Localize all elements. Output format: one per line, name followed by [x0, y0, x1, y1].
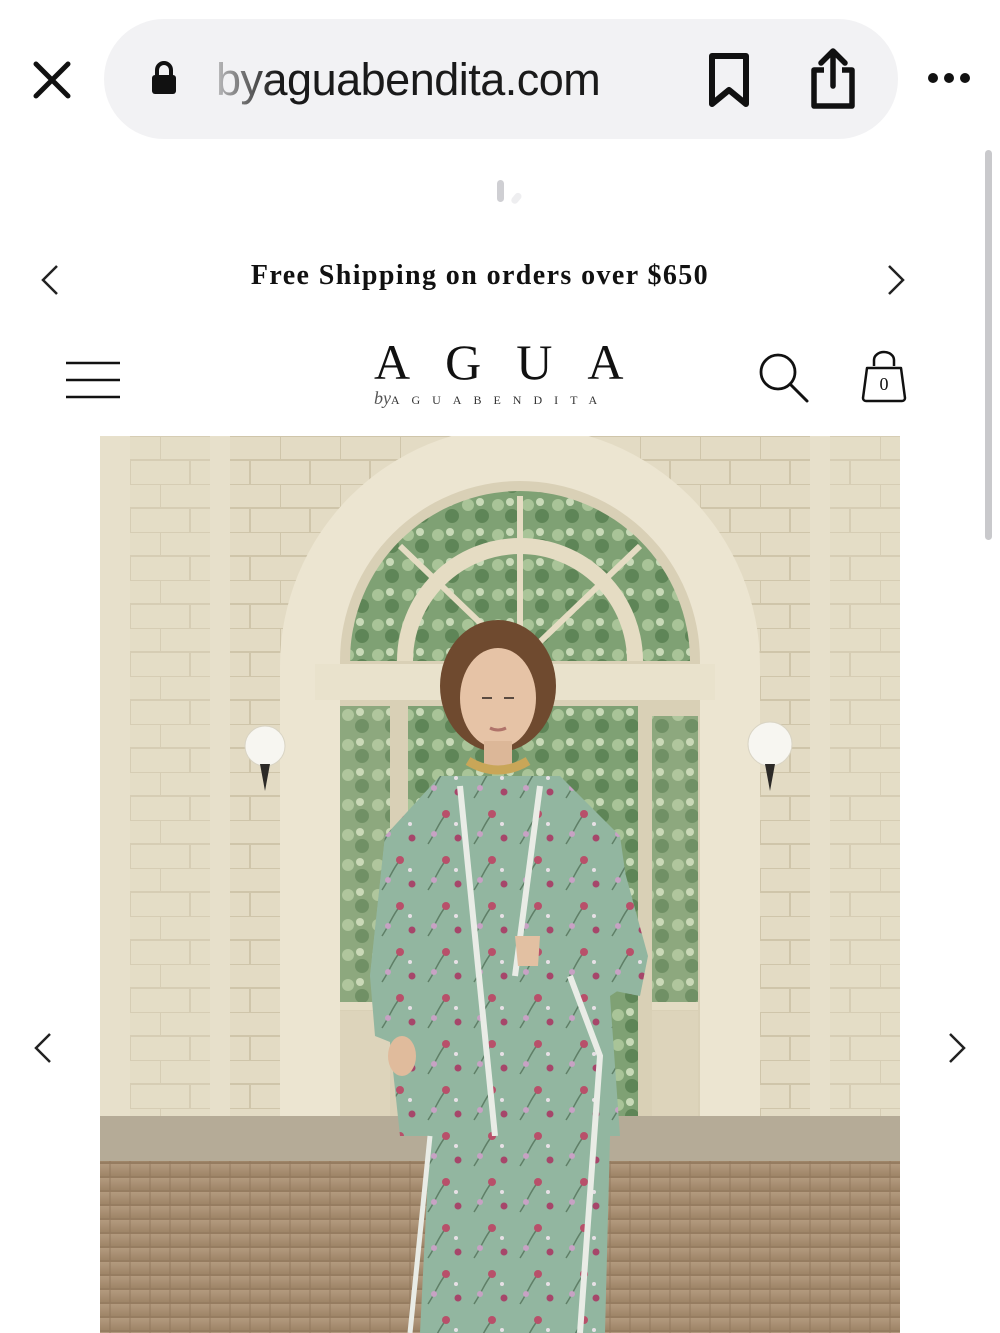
- menu-icon[interactable]: [64, 360, 122, 400]
- url-text[interactable]: byaguabendita.com: [216, 52, 666, 108]
- hero-illustration: [100, 436, 900, 1333]
- close-icon: [33, 61, 71, 99]
- hero-prev-button[interactable]: [32, 1030, 54, 1066]
- announcement-text[interactable]: Free Shipping on orders over $650: [150, 256, 810, 296]
- search-icon[interactable]: [756, 350, 810, 404]
- share-icon[interactable]: [806, 46, 860, 110]
- loading-spinner-icon: [497, 180, 522, 204]
- cart-button[interactable]: 0: [858, 350, 910, 404]
- logo-subtitle: AGUABENDITA: [390, 393, 610, 407]
- announcement-next-button[interactable]: [884, 262, 908, 298]
- close-tab-button[interactable]: [28, 56, 76, 104]
- cart-count: 0: [879, 374, 889, 394]
- bookmark-icon[interactable]: [704, 52, 754, 108]
- hero-next-button[interactable]: [946, 1030, 968, 1066]
- site-logo[interactable]: AGUA by AGUABENDITA: [360, 334, 640, 414]
- hero-image[interactable]: [100, 436, 900, 1333]
- announcement-prev-button[interactable]: [38, 262, 62, 298]
- scrollbar[interactable]: [985, 150, 992, 540]
- lock-icon: [152, 61, 176, 94]
- more-icon[interactable]: [926, 70, 972, 86]
- logo-wordmark: AGUA: [374, 334, 659, 390]
